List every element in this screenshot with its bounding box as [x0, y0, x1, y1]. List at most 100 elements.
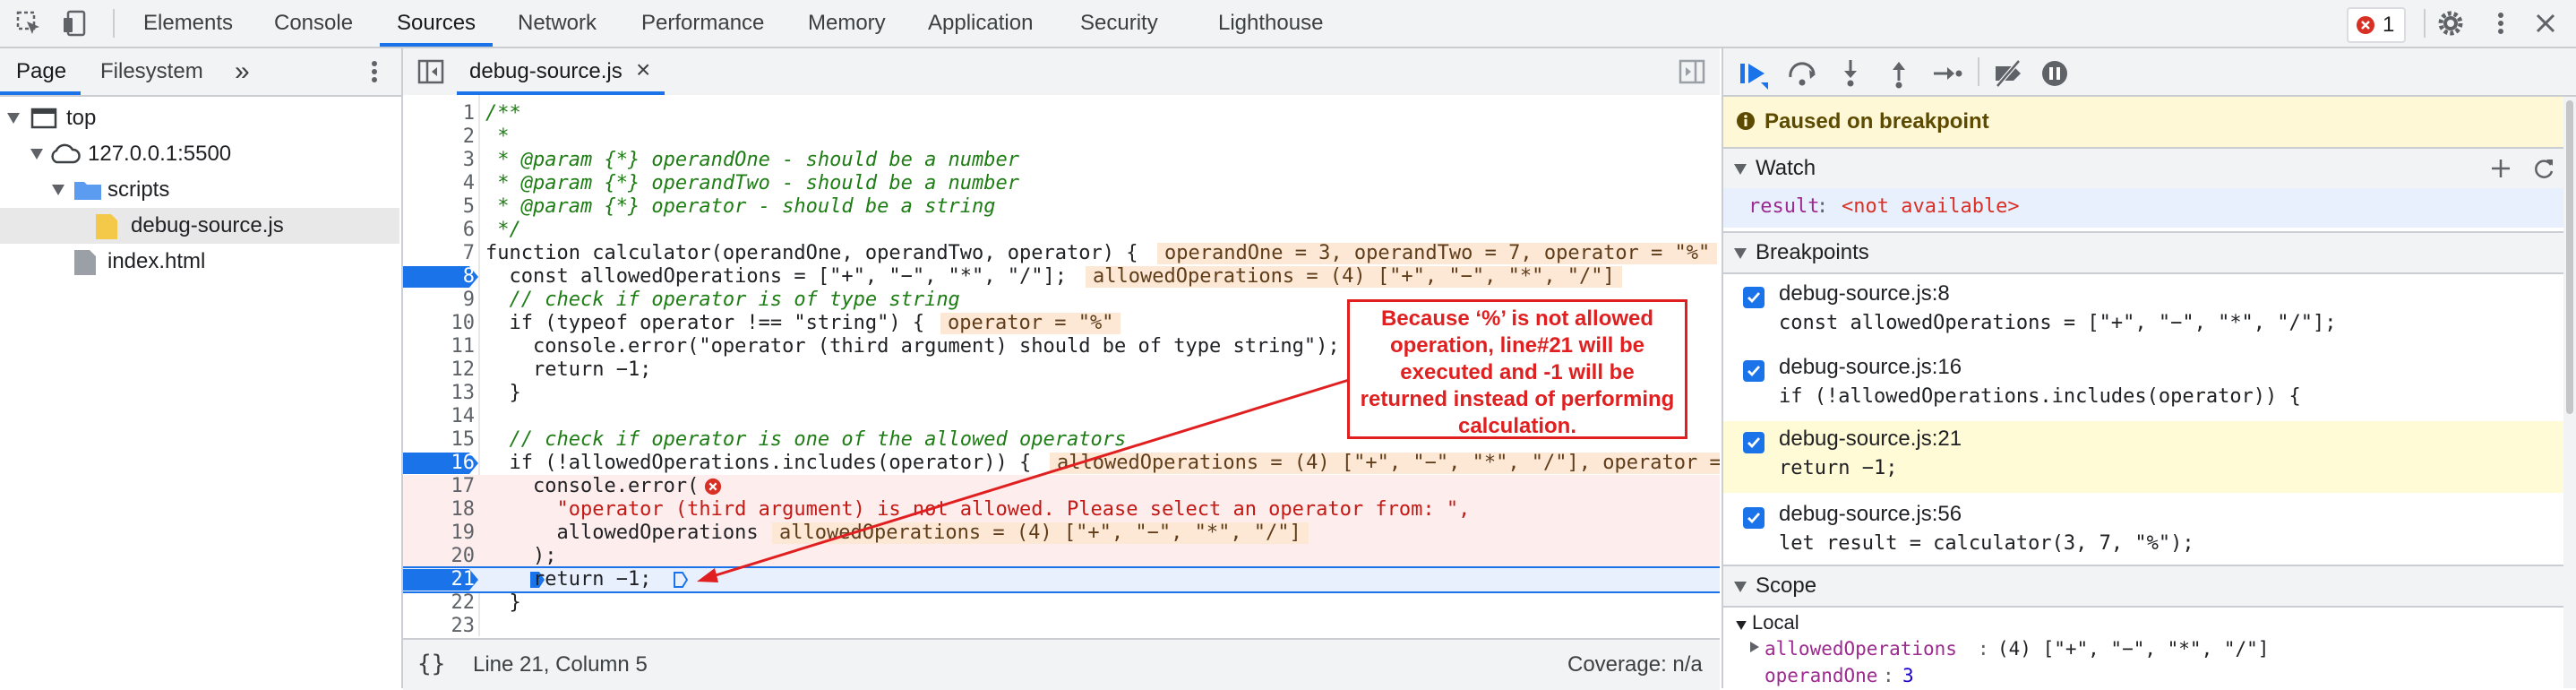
step-icon[interactable] — [1931, 57, 1963, 90]
step-into-icon[interactable] — [1834, 57, 1867, 90]
tree-item-top[interactable]: top — [0, 100, 399, 136]
line-number[interactable]: 22 — [403, 591, 476, 615]
scrollbar-track[interactable] — [2563, 97, 2576, 688]
line-number[interactable]: 14 — [403, 405, 476, 428]
line-number[interactable]: 8 — [403, 265, 475, 289]
deactivate-breakpoints-icon[interactable] — [1992, 57, 2024, 90]
expand-arrow-icon[interactable] — [1734, 582, 1747, 592]
editor-status-bar: {} Line 21, Column 5 Coverage: n/a — [403, 638, 1720, 690]
expand-arrow-icon[interactable] — [7, 113, 20, 124]
more-tabs-icon[interactable]: » — [235, 48, 250, 95]
expand-arrow-icon[interactable] — [1734, 248, 1747, 259]
code-text: const allowedOperations = ["+", "−", "*"… — [485, 265, 1068, 288]
device-toolbar-icon[interactable] — [61, 9, 90, 38]
expand-arrow-icon[interactable] — [1734, 164, 1747, 175]
error-icon — [2357, 16, 2374, 34]
line-number[interactable]: 13 — [403, 382, 476, 405]
breakpoint-entry[interactable]: debug-source.js:16 if (!allowedOperation… — [1723, 349, 2563, 421]
pretty-print-icon[interactable]: {} — [417, 651, 445, 677]
expand-right-arrow-icon[interactable] — [1750, 642, 1759, 652]
close-icon[interactable] — [2531, 9, 2560, 38]
pause-on-exceptions-icon[interactable] — [2039, 57, 2071, 90]
line-number[interactable]: 3 — [403, 149, 475, 172]
more-vert-icon[interactable] — [360, 57, 389, 86]
breakpoints-section-header[interactable]: Breakpoints — [1723, 231, 2576, 274]
tree-item-debug-source[interactable]: debug-source.js — [0, 208, 399, 244]
tab-elements[interactable]: Elements — [143, 0, 233, 47]
add-watch-icon[interactable] — [2490, 158, 2512, 179]
breakpoint-checkbox[interactable] — [1743, 507, 1765, 529]
scope-var-name[interactable]: operandOne — [1765, 665, 1877, 686]
line-number[interactable]: 6 — [403, 219, 475, 242]
line-number[interactable]: 11 — [403, 335, 476, 358]
step-over-icon[interactable] — [1786, 57, 1818, 90]
line-number[interactable]: 7 — [403, 242, 475, 265]
scope-section-header[interactable]: Scope — [1723, 565, 2576, 608]
code-line: 6 */ — [403, 219, 1720, 242]
scope-var-name[interactable]: allowedOperations — [1765, 638, 1957, 660]
tab-sources[interactable]: Sources — [397, 0, 476, 47]
tab-page[interactable]: Page — [16, 48, 66, 95]
tab-filesystem[interactable]: Filesystem — [100, 48, 203, 95]
folder-icon — [74, 182, 101, 200]
line-number[interactable]: 20 — [403, 545, 476, 568]
settings-gear-icon[interactable] — [2436, 9, 2465, 38]
line-number[interactable]: 4 — [403, 172, 475, 195]
tab-lighthouse[interactable]: Lighthouse — [1218, 0, 1323, 47]
scope-local-label[interactable]: Local — [1752, 611, 1799, 634]
line-number[interactable]: 12 — [403, 358, 476, 382]
tree-item-origin[interactable]: 127.0.0.1:5500 — [0, 136, 399, 172]
coverage-status[interactable]: Coverage: n/a — [1567, 652, 1703, 677]
error-counter[interactable]: 1 — [2347, 7, 2406, 43]
breakpoint-checkbox[interactable] — [1743, 432, 1765, 453]
line-number[interactable]: 2 — [403, 125, 475, 149]
breakpoint-checkbox[interactable] — [1743, 287, 1765, 308]
tab-console[interactable]: Console — [274, 0, 353, 47]
breakpoint-entry[interactable]: debug-source.js:56 let result = calculat… — [1723, 496, 2563, 568]
tree-item-index-html[interactable]: index.html — [0, 244, 399, 280]
toggle-navigator-icon[interactable] — [417, 59, 444, 84]
line-number[interactable]: 15 — [403, 428, 476, 452]
breakpoint-code: if (!allowedOperations.includes(operator… — [1779, 385, 2301, 408]
expand-arrow-icon[interactable] — [1736, 621, 1747, 630]
line-number[interactable]: 10 — [403, 312, 476, 335]
line-number[interactable]: 19 — [403, 522, 476, 545]
tab-security[interactable]: Security — [1080, 0, 1158, 47]
line-number[interactable]: 1 — [403, 102, 475, 125]
breakpoint-entry[interactable]: debug-source.js:8 const allowedOperation… — [1723, 276, 2563, 348]
inspect-element-icon[interactable] — [14, 9, 43, 38]
refresh-icon[interactable] — [2531, 156, 2556, 181]
code-line: 8 const allowedOperations = ["+", "−", "… — [403, 265, 1720, 289]
tab-performance[interactable]: Performance — [641, 0, 764, 47]
cloud-icon — [51, 143, 81, 164]
line-number[interactable]: 18 — [403, 498, 476, 522]
close-tab-icon[interactable]: × — [636, 56, 650, 84]
code-text: allowedOperations — [485, 522, 759, 544]
error-count: 1 — [2383, 13, 2395, 37]
file-tab-label[interactable]: debug-source.js — [469, 59, 623, 84]
line-number[interactable]: 9 — [403, 289, 475, 312]
breakpoint-checkbox[interactable] — [1743, 360, 1765, 382]
watch-section-header[interactable]: Watch — [1723, 147, 2576, 190]
code-line-error: 17 console.error( — [403, 475, 1720, 498]
tab-memory[interactable]: Memory — [808, 0, 886, 47]
more-vert-icon[interactable] — [2486, 9, 2515, 38]
expand-arrow-icon[interactable] — [30, 149, 43, 160]
tab-application[interactable]: Application — [928, 0, 1033, 47]
line-number[interactable]: 16 — [403, 452, 476, 475]
expand-arrow-icon[interactable] — [52, 185, 64, 195]
line-number[interactable]: 5 — [403, 195, 475, 219]
watch-expression[interactable]: result : <not available> — [1723, 188, 2563, 228]
toggle-debugger-icon[interactable] — [1679, 59, 1705, 84]
tab-network[interactable]: Network — [518, 0, 597, 47]
line-number[interactable]: 17 — [403, 475, 476, 498]
resume-icon[interactable] — [1738, 57, 1770, 90]
tree-item-scripts[interactable]: scripts — [0, 172, 399, 208]
scrollbar-thumb[interactable] — [2566, 100, 2573, 414]
watch-expr-name: result — [1748, 195, 1820, 218]
breakpoint-entry-hit[interactable]: debug-source.js:21 return −1; — [1723, 421, 2567, 493]
line-number[interactable]: 23 — [403, 615, 476, 636]
line-number[interactable]: 21 — [403, 568, 476, 591]
step-out-icon[interactable] — [1883, 57, 1915, 90]
inline-value: allowedOperations = (4) ["+", "−", "*", … — [1086, 266, 1622, 288]
